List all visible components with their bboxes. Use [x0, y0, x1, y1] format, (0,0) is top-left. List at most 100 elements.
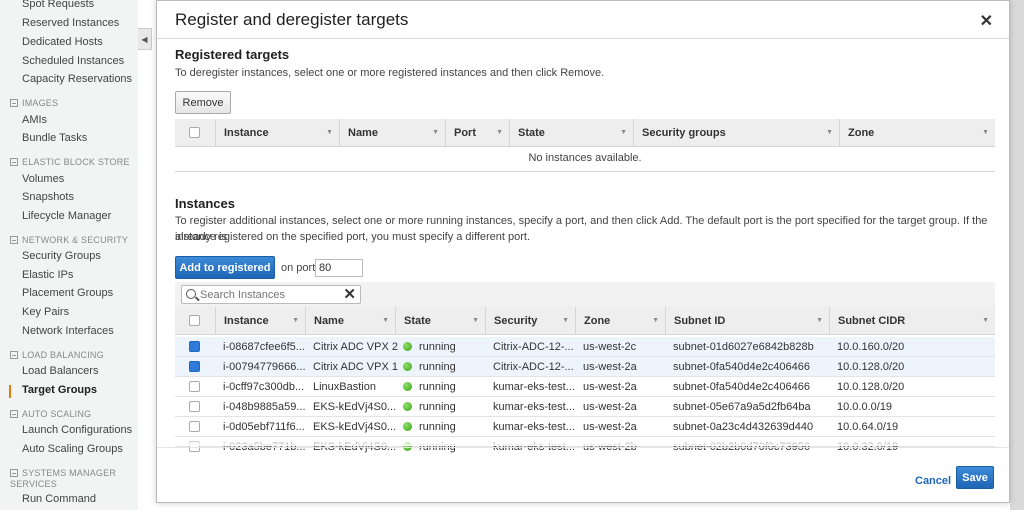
column-label: State: [518, 127, 545, 139]
cell-instance: i-08687cfee6f5...: [223, 337, 305, 357]
sort-caret-icon: ▼: [432, 129, 439, 136]
select-all-checkbox[interactable]: [189, 315, 200, 326]
cell-name: EKS-kEdVj4S0...: [313, 397, 396, 417]
sidebar-item-key-pairs[interactable]: Key Pairs: [22, 306, 69, 318]
sidebar-item-network-interfaces[interactable]: Network Interfaces: [22, 325, 114, 337]
sidebar-item-run-command[interactable]: Run Command: [22, 493, 96, 505]
column-subnet-cidr[interactable]: Subnet CIDR ▼: [829, 307, 995, 335]
sidebar-item-launch-configurations[interactable]: Launch Configurations: [22, 424, 132, 436]
sidebar-section-images[interactable]: IMAGES: [10, 98, 58, 108]
cell-text: kumar-eks-test...: [493, 421, 575, 433]
port-input[interactable]: [315, 259, 363, 277]
sidebar-section-auto-scaling[interactable]: AUTO SCALING: [10, 409, 91, 419]
sidebar-item-snapshots[interactable]: Snapshots: [22, 191, 74, 203]
column-label: Security groups: [642, 127, 726, 139]
status-running-icon: [403, 382, 412, 391]
sidebar-section-systems-manager[interactable]: SYSTEMS MANAGER: [10, 468, 116, 478]
sidebar-item-scheduled-instances[interactable]: Scheduled Instances: [22, 55, 124, 67]
select-all-checkbox[interactable]: [189, 127, 200, 138]
column-label: Instance: [224, 127, 269, 139]
row-checkbox[interactable]: [189, 361, 200, 372]
status-running-icon: [403, 422, 412, 431]
column-instance[interactable]: Instance ▼: [215, 119, 339, 147]
cell-state: running: [403, 337, 456, 357]
column-label: Name: [314, 315, 344, 327]
cell-text: us-west-2c: [583, 341, 637, 353]
sidebar-item-capacity-reservations[interactable]: Capacity Reservations: [22, 73, 132, 85]
column-name[interactable]: Name ▼: [339, 119, 445, 147]
sidebar-section-network[interactable]: NETWORK & SECURITY: [10, 235, 128, 245]
close-icon[interactable]: ✕: [980, 11, 993, 31]
sort-caret-icon: ▼: [652, 317, 659, 324]
column-name[interactable]: Name ▼: [305, 307, 395, 335]
sidebar-item-bundle-tasks[interactable]: Bundle Tasks: [22, 132, 87, 144]
sort-caret-icon: ▼: [496, 129, 503, 136]
collapse-section-icon: [10, 410, 18, 418]
add-to-registered-button[interactable]: Add to registered: [175, 256, 275, 279]
column-instance[interactable]: Instance ▼: [215, 307, 305, 335]
cell-state: running: [403, 377, 456, 397]
active-indicator: [9, 385, 11, 398]
sidebar-item-amis[interactable]: AMIs: [22, 114, 47, 126]
column-state[interactable]: State ▼: [509, 119, 633, 147]
save-button[interactable]: Save: [956, 466, 994, 489]
dialog-title: Register and deregister targets: [175, 10, 409, 29]
registered-targets-title: Registered targets: [175, 47, 290, 62]
sidebar-item-target-groups[interactable]: Target Groups: [22, 384, 97, 396]
footer-divider: [157, 447, 1009, 448]
cell-text: running: [419, 341, 456, 353]
table-row[interactable]: i-0cff97c300db... LinuxBastion running kuma…: [175, 377, 995, 397]
sidebar-item-dedicated-hosts[interactable]: Dedicated Hosts: [22, 36, 103, 48]
row-checkbox[interactable]: [189, 381, 200, 392]
column-zone[interactable]: Zone ▼: [839, 119, 995, 147]
cancel-button[interactable]: Cancel: [915, 475, 951, 487]
row-checkbox[interactable]: [189, 341, 200, 352]
column-security[interactable]: Security ▼: [485, 307, 575, 335]
search-input[interactable]: [200, 287, 340, 302]
column-security-groups[interactable]: Security groups ▼: [633, 119, 839, 147]
section-label: NETWORK & SECURITY: [22, 235, 129, 245]
cell-text: 10.0.160.0/20: [837, 341, 905, 353]
cell-text: i-048b9885a59...: [223, 401, 306, 413]
cell-name: Citrix ADC VPX 1: [313, 357, 398, 377]
cell-instance: i-0cff97c300db...: [223, 377, 304, 397]
column-state[interactable]: State ▼: [395, 307, 485, 335]
column-port[interactable]: Port ▼: [445, 119, 509, 147]
sidebar-item-load-balancers[interactable]: Load Balancers: [22, 365, 98, 377]
sidebar-item-auto-scaling-groups[interactable]: Auto Scaling Groups: [22, 443, 123, 455]
table-row[interactable]: i-048b9885a59... EKS-kEdVj4S0... running ku…: [175, 397, 995, 417]
sidebar-item-elastic-ips[interactable]: Elastic IPs: [22, 269, 73, 281]
cell-text: subnet-05e67a9a5d2fb64ba: [673, 401, 811, 413]
sidebar-item-security-groups[interactable]: Security Groups: [22, 250, 101, 262]
column-label: Subnet CIDR: [838, 315, 906, 327]
table-row[interactable]: i-0d05ebf711f6... EKS-kEdVj4S0... running k…: [175, 417, 995, 437]
sidebar-section-load-balancing[interactable]: LOAD BALANCING: [10, 350, 104, 360]
cell-zone: us-west-2a: [583, 417, 637, 437]
sidebar-item-lifecycle-manager[interactable]: Lifecycle Manager: [22, 210, 111, 222]
sidebar-item-reserved-instances[interactable]: Reserved Instances: [22, 17, 119, 29]
search-instances-field[interactable]: ✕: [181, 285, 361, 304]
column-subnet-id[interactable]: Subnet ID ▼: [665, 307, 829, 335]
table-row[interactable]: i-08687cfee6f5... Citrix ADC VPX 2 running…: [175, 337, 995, 357]
cell-text: running: [419, 361, 456, 373]
registered-targets-description: To deregister instances, select one or m…: [175, 67, 605, 79]
remove-button[interactable]: Remove: [175, 91, 231, 114]
cell-text: EKS-kEdVj4S0...: [313, 401, 397, 413]
row-checkbox[interactable]: [189, 421, 200, 432]
sidebar-section-ebs[interactable]: ELASTIC BLOCK STORE: [10, 157, 130, 167]
collapse-sidebar-icon[interactable]: ◀: [138, 28, 152, 50]
row-checkbox[interactable]: [189, 401, 200, 412]
table-row[interactable]: i-00794779666... Citrix ADC VPX 1 running C…: [175, 357, 995, 377]
cell-text: kumar-eks-test...: [493, 381, 575, 393]
sidebar-item-spot-requests[interactable]: Spot Requests: [22, 0, 94, 10]
clear-icon[interactable]: ✕: [343, 285, 356, 303]
cell-zone: us-west-2a: [583, 357, 637, 377]
column-zone[interactable]: Zone ▼: [575, 307, 665, 335]
cell-text: running: [419, 381, 456, 393]
cell-subnet: subnet-0fa540d4e2c406466: [673, 357, 810, 377]
sidebar-item-volumes[interactable]: Volumes: [22, 173, 64, 185]
section-label: SERVICES: [10, 479, 57, 489]
sidebar-section-services: SERVICES: [10, 479, 57, 489]
cell-instance: i-0d05ebf711f6...: [223, 417, 305, 437]
sidebar-item-placement-groups[interactable]: Placement Groups: [22, 287, 113, 299]
